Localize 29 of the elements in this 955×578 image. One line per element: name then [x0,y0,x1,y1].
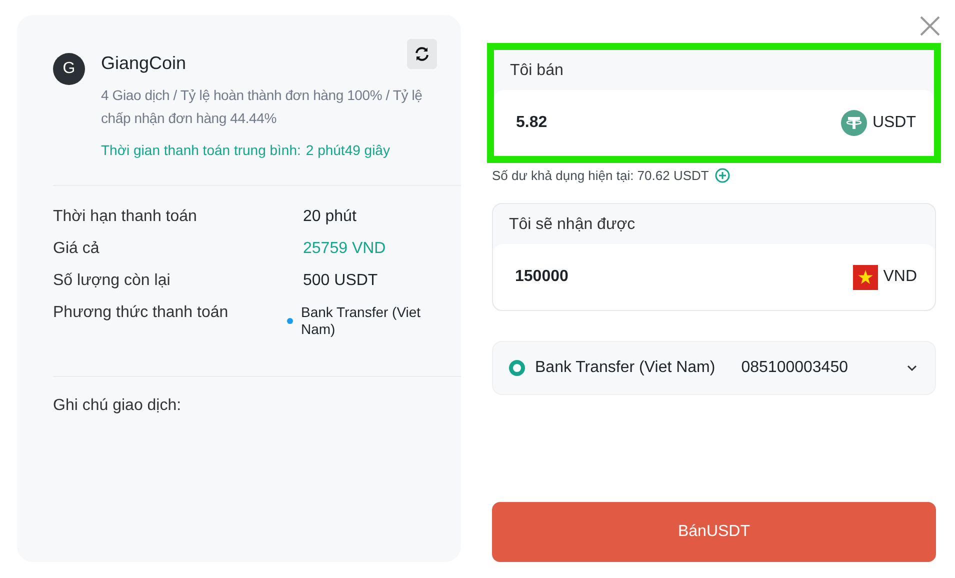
payment-method-select[interactable]: Bank Transfer (Viet Nam) 085100003450 [492,341,936,395]
plus-circle-icon[interactable] [714,168,730,183]
sell-label: Tôi bán [509,61,564,81]
tether-icon [841,110,868,136]
refresh-icon [414,46,430,62]
refresh-button[interactable] [407,39,437,69]
flag-icon [853,264,878,290]
avatar: G [53,53,85,85]
average-time-value: 2 phút49 giây [306,142,390,158]
receive-label: Tôi sẽ nhận được [508,215,636,235]
detail-value: 25759 VND [303,240,386,258]
detail-label: Thời hạn thanh toán [53,208,198,226]
note-label: Ghi chú giao dịch: [53,397,182,415]
merchant-stats: 4 Giao dịch / Tỷ lệ hoàn thành đơn hàng 100% / Tỷ lệ chấp nhận đơn hàng 44.44% [101,86,424,128]
average-time-label: Thời gian thanh toán trung bình: [101,142,301,158]
detail-label: Số lượng còn lại [53,272,172,290]
sell-button[interactable]: BánUSDT [492,502,936,562]
detail-value: Bank Transfer (Viet Nam) [301,304,422,338]
currency-label: USDT [872,114,916,132]
receive-amount-field[interactable]: 150000 VND [493,244,935,310]
detail-label: Phương thức thanh toán [53,304,230,323]
currency-label: VND [883,268,917,286]
balance-text: Số dư khả dụng hiện tại: 70.62 USDT [492,168,709,183]
close-icon [919,15,941,37]
detail-value: 20 phút [303,208,356,226]
detail-label: Giá cả [53,240,100,258]
sell-amount-field[interactable]: 5.82 USDT [494,90,934,156]
merchant-name: GiangCoin [101,53,186,74]
detail-value: 500 USDT [303,272,378,290]
